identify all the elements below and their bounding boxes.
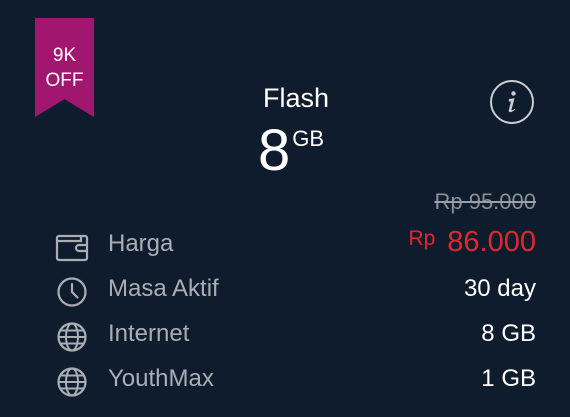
price-currency: Rp (408, 227, 436, 250)
row-value: 8 GB (481, 320, 536, 347)
row-label: Harga (108, 230, 174, 257)
quota-unit: GB (292, 126, 325, 151)
row-masa-aktif: Masa Aktif 30 day (0, 270, 570, 310)
row-label: Masa Aktif (108, 275, 219, 302)
row-youthmax: YouthMax 1 GB (0, 360, 570, 400)
plan-name: Flash (262, 83, 330, 113)
globe-icon (57, 322, 87, 352)
row-label: YouthMax (108, 365, 214, 392)
quota-value: 8 (258, 118, 291, 183)
plan-quota: 8GB (258, 120, 324, 182)
row-label: Internet (108, 320, 190, 347)
info-icon (508, 91, 516, 113)
row-value: 30 day (463, 275, 536, 302)
discount-badge-amount: 9K (52, 45, 77, 66)
clock-icon (57, 277, 87, 307)
globe-icon (57, 367, 87, 397)
package-card[interactable]: 9K OFF Flash 8GB Rp 95.000 Harga Rp 86.00… (0, 0, 570, 417)
original-price: Rp 95.000 (434, 189, 536, 214)
info-button[interactable] (490, 80, 534, 124)
row-internet: Internet 8 GB (0, 315, 570, 355)
current-price: Rp 86.000 (408, 224, 536, 260)
wallet-icon (55, 234, 89, 262)
row-value: 1 GB (481, 365, 536, 392)
price-amount: 86.000 (447, 226, 536, 258)
